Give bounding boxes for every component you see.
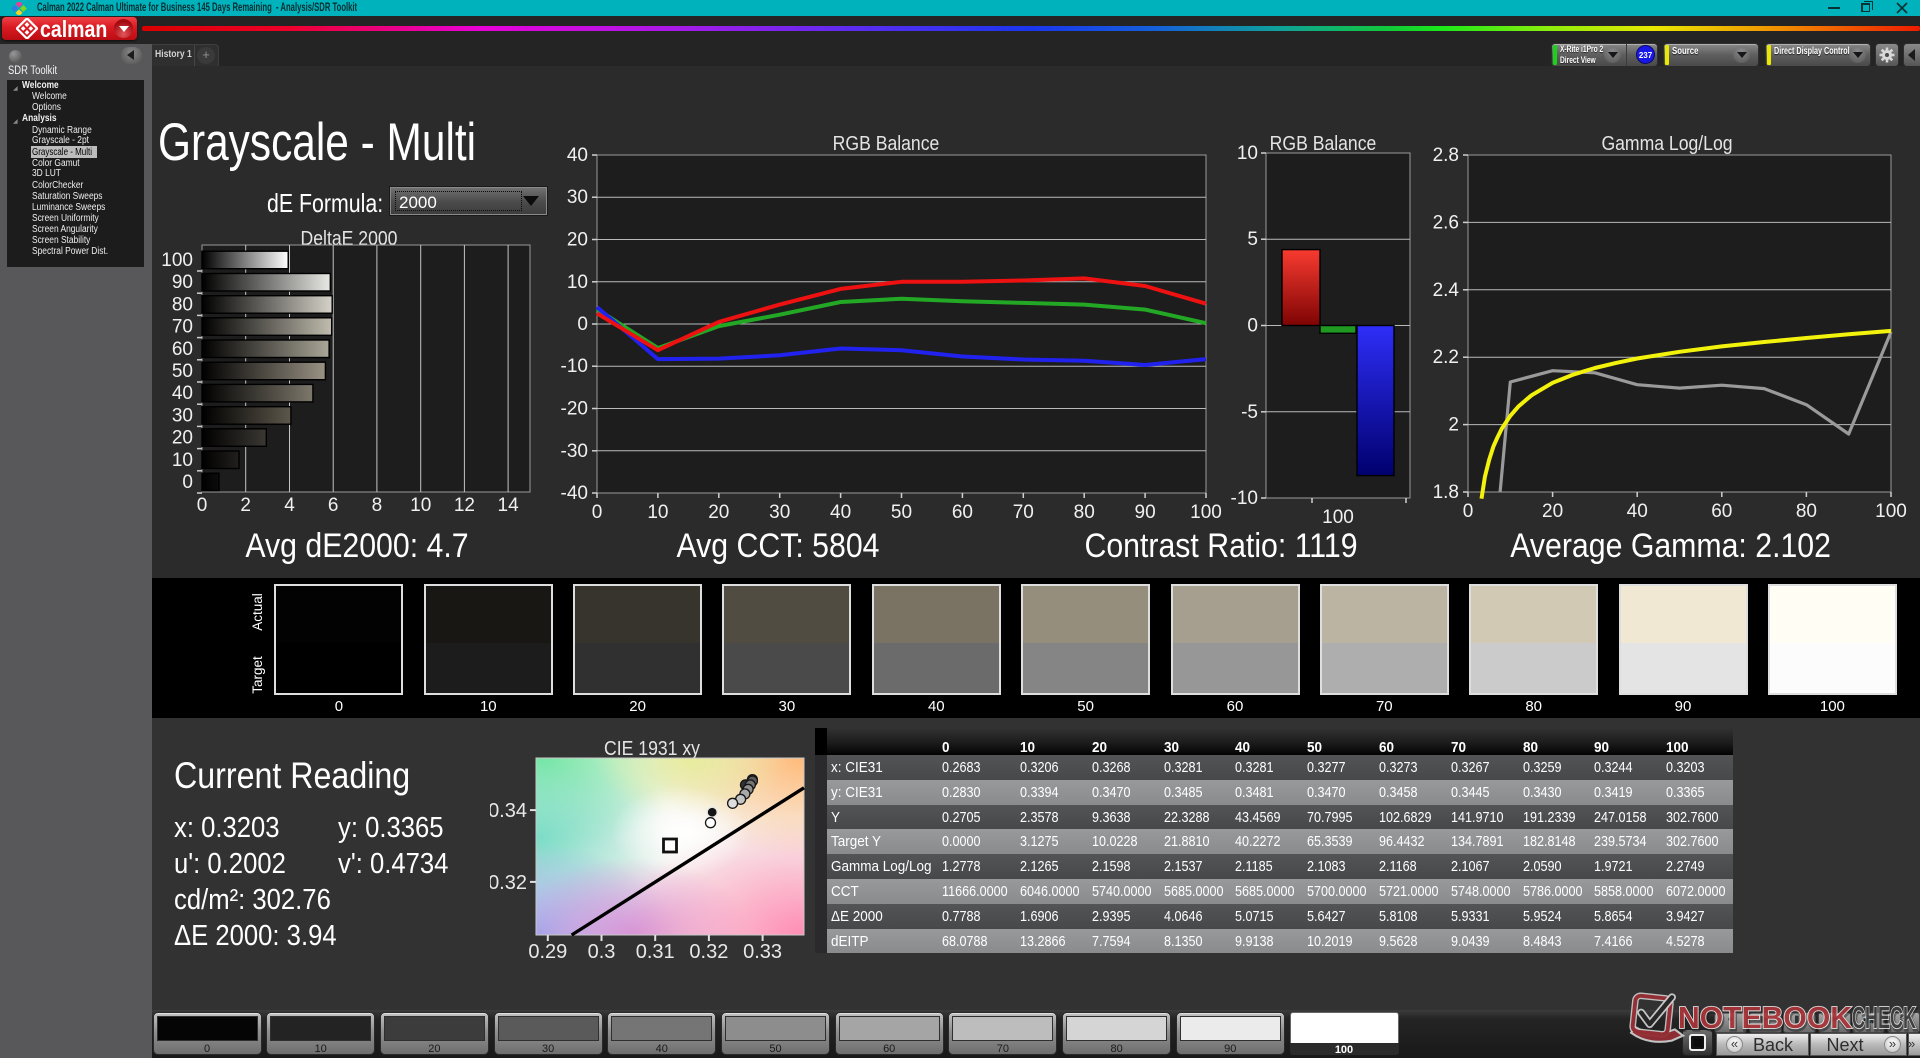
svg-text:80: 80 (1796, 501, 1817, 522)
svg-text:0.31: 0.31 (636, 941, 675, 962)
svg-text:0.32: 0.32 (689, 941, 728, 962)
svg-text:2: 2 (240, 495, 251, 516)
svg-text:30: 30 (172, 405, 193, 426)
svg-text:0.33: 0.33 (743, 941, 782, 962)
svg-text:80: 80 (172, 294, 193, 315)
svg-text:60: 60 (952, 502, 973, 523)
svg-text:5: 5 (1247, 229, 1258, 250)
svg-text:80: 80 (1074, 502, 1095, 523)
svg-text:0: 0 (182, 472, 193, 493)
svg-text:20: 20 (1542, 501, 1563, 522)
svg-text:0.32: 0.32 (490, 872, 527, 894)
svg-text:60: 60 (1711, 501, 1732, 522)
svg-text:0.29: 0.29 (528, 941, 567, 962)
svg-text:2.8: 2.8 (1433, 145, 1459, 166)
svg-text:40: 40 (172, 383, 193, 404)
svg-text:12: 12 (454, 495, 475, 516)
svg-text:8: 8 (372, 495, 383, 516)
svg-text:50: 50 (891, 502, 912, 523)
svg-text:40: 40 (830, 502, 851, 523)
svg-text:14: 14 (498, 495, 520, 516)
svg-text:70: 70 (172, 317, 193, 338)
svg-text:1.8: 1.8 (1433, 482, 1459, 503)
svg-text:-40: -40 (561, 483, 588, 504)
svg-text:0: 0 (197, 495, 208, 516)
svg-text:4: 4 (284, 495, 295, 516)
svg-text:2.6: 2.6 (1433, 212, 1459, 233)
svg-text:0: 0 (592, 502, 603, 523)
svg-text:0: 0 (577, 314, 588, 335)
svg-text:10: 10 (410, 495, 431, 516)
svg-text:NOTEBOOK: NOTEBOOK (1678, 1000, 1853, 1035)
svg-text:6: 6 (328, 495, 339, 516)
svg-text:100: 100 (161, 250, 193, 271)
svg-text:2.4: 2.4 (1433, 280, 1460, 301)
svg-text:-10: -10 (1231, 488, 1258, 509)
svg-text:100: 100 (1190, 502, 1222, 523)
svg-text:20: 20 (567, 230, 588, 251)
svg-text:0: 0 (1247, 316, 1258, 337)
svg-text:0.34: 0.34 (490, 800, 527, 822)
svg-text:90: 90 (1135, 502, 1156, 523)
svg-text:-5: -5 (1241, 402, 1258, 423)
svg-text:2: 2 (1448, 415, 1459, 436)
svg-text:-10: -10 (561, 356, 588, 377)
svg-text:70: 70 (1013, 502, 1034, 523)
svg-text:-20: -20 (561, 399, 588, 420)
svg-text:2.2: 2.2 (1433, 347, 1459, 368)
svg-text:40: 40 (1627, 501, 1648, 522)
svg-text:-30: -30 (561, 441, 588, 462)
svg-text:CHECK: CHECK (1852, 1000, 1916, 1035)
svg-text:10: 10 (172, 450, 193, 471)
svg-text:90: 90 (172, 272, 193, 293)
svg-text:0.3: 0.3 (588, 941, 616, 962)
svg-text:50: 50 (172, 361, 193, 382)
svg-text:10: 10 (1237, 145, 1258, 164)
svg-text:10: 10 (647, 502, 668, 523)
svg-text:60: 60 (172, 339, 193, 360)
svg-text:100: 100 (1322, 507, 1354, 525)
svg-text:100: 100 (1875, 501, 1907, 522)
svg-text:10: 10 (567, 272, 588, 293)
svg-text:30: 30 (769, 502, 790, 523)
svg-text:40: 40 (567, 145, 588, 166)
svg-text:0: 0 (1463, 501, 1474, 522)
svg-text:30: 30 (567, 187, 588, 208)
svg-text:20: 20 (708, 502, 729, 523)
svg-text:20: 20 (172, 428, 193, 449)
